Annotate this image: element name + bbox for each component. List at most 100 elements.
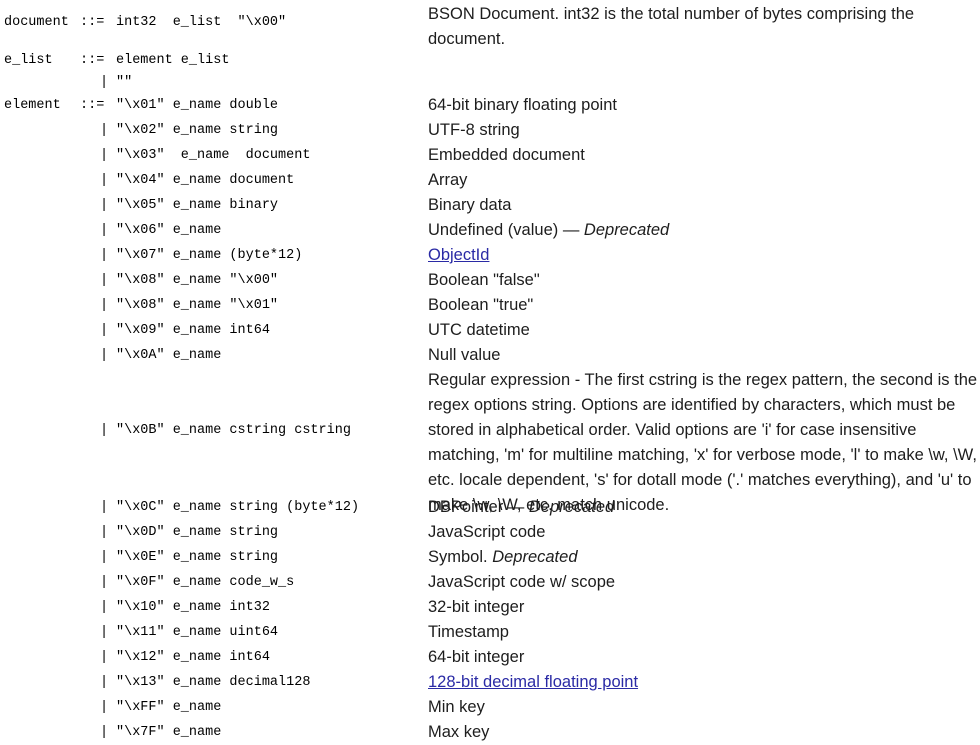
description-text: 64-bit binary floating point — [428, 96, 617, 114]
grammar-alternation-pipe: | — [100, 675, 109, 690]
description-link[interactable]: ObjectId — [428, 246, 489, 264]
grammar-alternation-pipe: | — [100, 198, 109, 213]
description-text: Null value — [428, 346, 501, 364]
grammar-alternation-pipe: | — [100, 248, 109, 263]
grammar-assign-operator: ::= — [80, 98, 105, 113]
grammar-alternation-pipe: | — [100, 123, 109, 138]
description-row: 64-bit binary floating point — [428, 93, 980, 118]
description-row: Max key — [428, 720, 980, 745]
grammar-alternation-pipe: | — [100, 725, 109, 740]
grammar-row: | ″\x10″ e_name int32 — [0, 595, 428, 620]
description-row: Null value — [428, 343, 980, 368]
grammar-production: ″\x12″ e_name int64 — [116, 650, 270, 665]
grammar-row: | ″\x07″ e_name (byte*12) — [0, 243, 428, 268]
description-paragraph: Regular expression - The first cstring i… — [428, 371, 978, 514]
grammar-row: | ″\xFF″ e_name — [0, 695, 428, 720]
grammar-row: | ″\x08″ e_name ″\x01″ — [0, 293, 428, 318]
grammar-row: | ″\x13″ e_name decimal128 — [0, 670, 428, 695]
grammar-production: ″\x04″ e_name document — [116, 173, 295, 188]
grammar-nonterminal: document — [4, 15, 69, 30]
description-row: Min key — [428, 695, 980, 720]
grammar-row: | ″\x0D″ e_name string — [0, 520, 428, 545]
grammar-alternation-pipe: | — [100, 550, 109, 565]
deprecated-marker: Deprecated — [492, 548, 578, 566]
grammar-production: ″\x10″ e_name int32 — [116, 600, 270, 615]
description-row: Embedded document — [428, 143, 980, 168]
description-text: Undefined (value) — — [428, 221, 584, 239]
grammar-row: | ″\x03″ e_name document — [0, 143, 428, 168]
grammar-production: ″\x08″ e_name ″\x01″ — [116, 298, 279, 313]
grammar-production: ″\x02″ e_name string — [116, 123, 279, 138]
description-text: Max key — [428, 723, 490, 741]
description-row: Timestamp — [428, 620, 980, 645]
grammar-alternation-pipe: | — [100, 600, 109, 615]
description-row: BSON Document. int32 is the total number… — [428, 2, 980, 48]
grammar-production: ″\x0C″ e_name string (byte*12) — [116, 500, 360, 515]
description-text: 64-bit integer — [428, 648, 525, 666]
deprecated-marker: Deprecated — [528, 498, 615, 516]
description-text: UTF-8 string — [428, 121, 520, 139]
description-row: Binary data — [428, 193, 980, 218]
description-row: 32-bit integer — [428, 595, 980, 620]
grammar-row: | ″\x11″ e_name uint64 — [0, 620, 428, 645]
description-text: DBPointer — — [428, 498, 529, 516]
grammar-row: | ″\x0C″ e_name string (byte*12) — [0, 495, 428, 520]
description-row: JavaScript code w/ scope — [428, 570, 980, 595]
grammar-alternation-pipe: | — [100, 525, 109, 540]
deprecated-marker: Deprecated — [583, 221, 670, 239]
description-text: Min key — [428, 698, 485, 716]
grammar-alternation-pipe: | — [100, 323, 109, 338]
grammar-alternation-pipe: | — [100, 500, 109, 515]
description-row: Boolean "false" — [428, 268, 980, 293]
description-row: DBPointer — Deprecated — [428, 495, 980, 520]
description-text: BSON Document. int32 is the total number… — [428, 5, 919, 48]
grammar-alternation-pipe: | — [100, 348, 109, 363]
description-row: Boolean "true" — [428, 293, 980, 318]
grammar-row: | ″″ — [0, 70, 428, 95]
description-text: 32-bit integer — [428, 598, 525, 616]
description-text: Timestamp — [428, 623, 509, 641]
grammar-row: | ″\x05″ e_name binary — [0, 193, 428, 218]
grammar-row: | ″\x02″ e_name string — [0, 118, 428, 143]
grammar-production: int32 e_list ″\x00″ — [116, 15, 287, 30]
description-row: 128-bit decimal floating point — [428, 670, 980, 695]
description-row: Array — [428, 168, 980, 193]
grammar-production: ″\x7F″ e_name — [116, 725, 222, 740]
grammar-alternation-pipe: | — [100, 700, 109, 715]
grammar-production: ″\x13″ e_name decimal128 — [116, 675, 311, 690]
grammar-production: ″″ — [116, 75, 133, 90]
grammar-production: ″\x0E″ e_name string — [116, 550, 279, 565]
description-text: Array — [428, 171, 468, 189]
grammar-row: | ″\x0A″ e_name — [0, 343, 428, 368]
bson-grammar-column: document::= int32 e_list ″\x00″ e_list::= e… — [0, 0, 428, 743]
grammar-alternation-pipe: | — [100, 75, 109, 90]
grammar-row: | ″\x0E″ e_name string — [0, 545, 428, 570]
grammar-production: ″\x0D″ e_name string — [116, 525, 279, 540]
grammar-row: | ″\x06″ e_name — [0, 218, 428, 243]
description-text: Embedded document — [428, 146, 585, 164]
description-row: UTC datetime — [428, 318, 980, 343]
grammar-row: | ″\x04″ e_name document — [0, 168, 428, 193]
grammar-nonterminal: element — [4, 98, 61, 113]
grammar-row: | ″\x09″ e_name int64 — [0, 318, 428, 343]
grammar-production: ″\x08″ e_name ″\x00″ — [116, 273, 279, 288]
description-row: Undefined (value) — Deprecated — [428, 218, 980, 243]
description-link[interactable]: 128-bit decimal floating point — [428, 673, 638, 691]
grammar-production: ″\x06″ e_name — [116, 223, 222, 238]
grammar-production: ″\x0F″ e_name code_w_s — [116, 575, 295, 590]
grammar-alternation-pipe: | — [100, 223, 109, 238]
grammar-alternation-pipe: | — [100, 423, 109, 438]
grammar-alternation-pipe: | — [100, 575, 109, 590]
grammar-production: ″\x03″ e_name document — [116, 148, 311, 163]
grammar-alternation-pipe: | — [100, 625, 109, 640]
description-row: Symbol. Deprecated — [428, 545, 980, 570]
grammar-alternation-pipe: | — [100, 273, 109, 288]
grammar-production: ″\x09″ e_name int64 — [116, 323, 270, 338]
description-text: UTC datetime — [428, 321, 530, 339]
grammar-production: ″\xFF″ e_name — [116, 700, 222, 715]
grammar-alternation-pipe: | — [100, 650, 109, 665]
description-text: Boolean "true" — [428, 296, 534, 314]
description-text: Binary data — [428, 196, 512, 214]
grammar-row: | ″\x7F″ e_name — [0, 720, 428, 745]
grammar-production: ″\x01″ e_name double — [116, 98, 279, 113]
